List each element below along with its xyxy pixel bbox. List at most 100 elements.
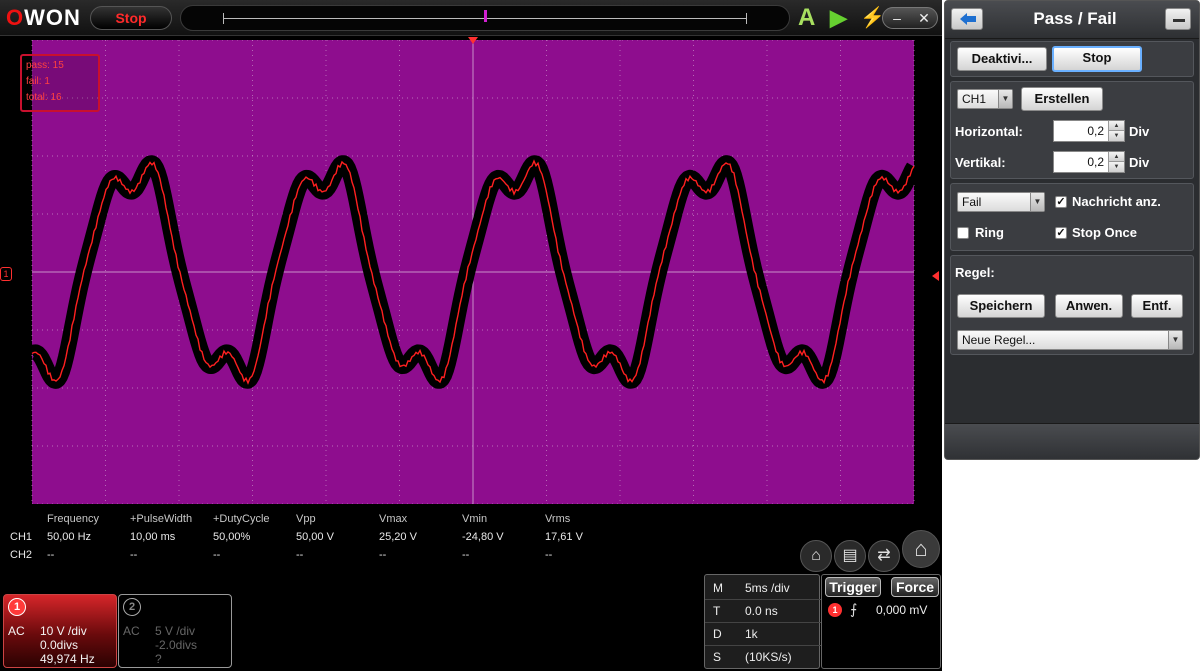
vertical-label: Vertikal: — [955, 155, 1006, 170]
stop-once-checkbox[interactable]: ✓ — [1055, 227, 1067, 239]
meas-header: Vpp — [296, 513, 316, 525]
passfail-panel: Pass / Fail Deaktivi... Stop CH1 ▼ Erste… — [944, 0, 1200, 460]
save-icon[interactable]: ▤ — [834, 540, 866, 572]
ch1-coupling: AC — [8, 624, 25, 638]
spin-up-icon[interactable]: ▲ — [1108, 121, 1124, 131]
minimize-panel-button[interactable] — [1165, 8, 1191, 30]
timebase-value: (10KS/s) — [745, 650, 792, 664]
autoset-icon[interactable]: A — [798, 5, 815, 31]
run-play-icon[interactable]: ▶ — [830, 5, 847, 31]
trigger-button[interactable]: Trigger — [825, 577, 881, 597]
logo-text: WON — [24, 5, 81, 30]
memory-timeline[interactable] — [180, 5, 790, 31]
timebase-key: D — [713, 627, 722, 641]
timebase-value: 1k — [745, 627, 758, 641]
ch1-badge: 1 — [8, 598, 26, 616]
stop-button[interactable]: Stop — [1052, 46, 1142, 72]
trigger-level: 0,000 mV — [876, 603, 928, 617]
output-section: Fail ▼ ✓ Nachricht anz. Ring ✓ Stop Once — [950, 183, 1194, 251]
horizontal-tolerance-input[interactable]: 0,2 ▲ ▼ — [1053, 120, 1125, 142]
ch1-offset: 0.0divs — [40, 638, 79, 652]
delete-rule-button[interactable]: Entf. — [1131, 294, 1183, 318]
rule-select-value: Neue Regel... — [962, 333, 1036, 347]
spin-down-icon[interactable]: ▼ — [1108, 162, 1124, 172]
rule-select[interactable]: Neue Regel... ▼ — [957, 330, 1183, 350]
ch1-level-marker[interactable]: 1 — [0, 267, 12, 281]
horizontal-unit: Div — [1129, 124, 1150, 139]
measurement-table: Frequency +PulseWidth +DutyCycle Vpp Vma… — [0, 510, 800, 570]
output-select-value: Fail — [962, 195, 982, 209]
timeline-position-marker[interactable] — [484, 10, 487, 22]
ch1-settings-panel[interactable]: 1 AC 10 V /div 0.0divs 49,974 Hz — [3, 594, 117, 668]
passfail-header: Pass / Fail — [945, 1, 1199, 39]
ch2-settings-panel[interactable]: 2 AC 5 V /div -2.0divs ? — [118, 594, 232, 668]
channel-select[interactable]: CH1 ▼ — [957, 89, 1013, 109]
passfail-footer — [945, 423, 1199, 459]
rule-label: Regel: — [955, 265, 995, 280]
spin-down-icon[interactable]: ▼ — [1108, 131, 1124, 141]
ring-label: Ring — [975, 225, 1004, 240]
meas-value: 50,00% — [213, 531, 251, 543]
meas-header: +DutyCycle — [213, 513, 270, 525]
message-checkbox[interactable]: ✓ — [1055, 196, 1067, 208]
meas-value: 50,00 V — [296, 531, 334, 543]
run-status-button[interactable]: Stop — [90, 6, 172, 30]
window-controls: – ✕ — [882, 7, 938, 29]
create-button[interactable]: Erstellen — [1021, 87, 1103, 111]
pass-count: pass: 15 — [26, 60, 64, 71]
trigger-source-badge: 1 — [828, 603, 842, 617]
apply-rule-button[interactable]: Anwen. — [1055, 294, 1123, 318]
rule-section: Regel: Speichern Anwen. Entf. Neue Regel… — [950, 255, 1194, 355]
channel-select-value: CH1 — [962, 92, 987, 106]
screenshot-icon[interactable]: ⌂ — [800, 540, 832, 572]
meas-value: -- — [379, 549, 387, 561]
meas-header: Frequency — [47, 513, 99, 525]
chevron-down-icon: ▼ — [1030, 193, 1044, 211]
meas-value: -- — [462, 549, 470, 561]
timebase-key: T — [713, 604, 721, 618]
trigger-panel: Trigger Force 1 ⨍ 0,000 mV — [821, 574, 941, 669]
meas-value: -- — [47, 549, 55, 561]
meas-row-label: CH2 — [10, 549, 33, 561]
chevron-down-icon: ▼ — [1168, 331, 1182, 349]
ch2-offset: -2.0divs — [155, 638, 198, 652]
save-rule-button[interactable]: Speichern — [957, 294, 1045, 318]
logo-o: O — [6, 5, 25, 30]
owon-logo: OWON — [6, 5, 86, 31]
output-select[interactable]: Fail ▼ — [957, 192, 1045, 212]
spin-up-icon[interactable]: ▲ — [1108, 152, 1124, 162]
timebase-key: M — [713, 581, 723, 595]
ch2-frequency: ? — [155, 652, 162, 666]
timebase-key: S — [713, 650, 722, 664]
meas-value: -- — [296, 549, 304, 561]
swap-icon[interactable]: ⇄ — [868, 540, 900, 572]
timebase-row: M 5ms /div — [705, 577, 821, 600]
deactivate-button[interactable]: Deaktivi... — [957, 47, 1047, 71]
back-arrow-icon — [960, 13, 976, 25]
horizontal-value: 0,2 — [1087, 124, 1104, 138]
close-icon[interactable]: ✕ — [910, 8, 938, 28]
measurement-row-ch2: CH2 -- -- -- -- -- -- -- — [0, 546, 628, 564]
waveform-display: pass: 15 fail: 1 total: 16 1 — [0, 37, 942, 507]
trigger-position-marker[interactable] — [468, 37, 478, 44]
meas-value: 10,00 ms — [130, 531, 176, 543]
rising-edge-icon: ⨍ — [850, 601, 858, 617]
trigger-level-marker[interactable] — [932, 271, 939, 281]
top-toolbar: OWON Stop A ▶ ⚡ – ✕ — [0, 0, 942, 36]
waveform-plot[interactable] — [14, 40, 930, 504]
force-button[interactable]: Force — [891, 577, 939, 597]
measurement-row-ch1: CH1 50,00 Hz 10,00 ms 50,00% 50,00 V 25,… — [0, 528, 628, 546]
fail-count: fail: 1 — [26, 76, 50, 87]
message-label: Nachricht anz. — [1072, 194, 1161, 209]
meas-value: -- — [545, 549, 553, 561]
horizontal-label: Horizontal: — [955, 124, 1023, 139]
ring-checkbox[interactable] — [957, 227, 969, 239]
timebase-panel[interactable]: M 5ms /div T 0.0 ns D 1k S (10KS/s) — [704, 574, 821, 669]
vertical-tolerance-input[interactable]: 0,2 ▲ ▼ — [1053, 151, 1125, 173]
minimize-icon[interactable]: – — [883, 8, 911, 28]
control-section: Deaktivi... Stop — [950, 41, 1194, 77]
back-button[interactable] — [951, 8, 983, 30]
quick-icons: ⌂ ▤ ⇄ ⌂ — [798, 530, 940, 574]
ch1-scale: 10 V /div — [40, 624, 87, 638]
home-icon[interactable]: ⌂ — [902, 530, 940, 568]
